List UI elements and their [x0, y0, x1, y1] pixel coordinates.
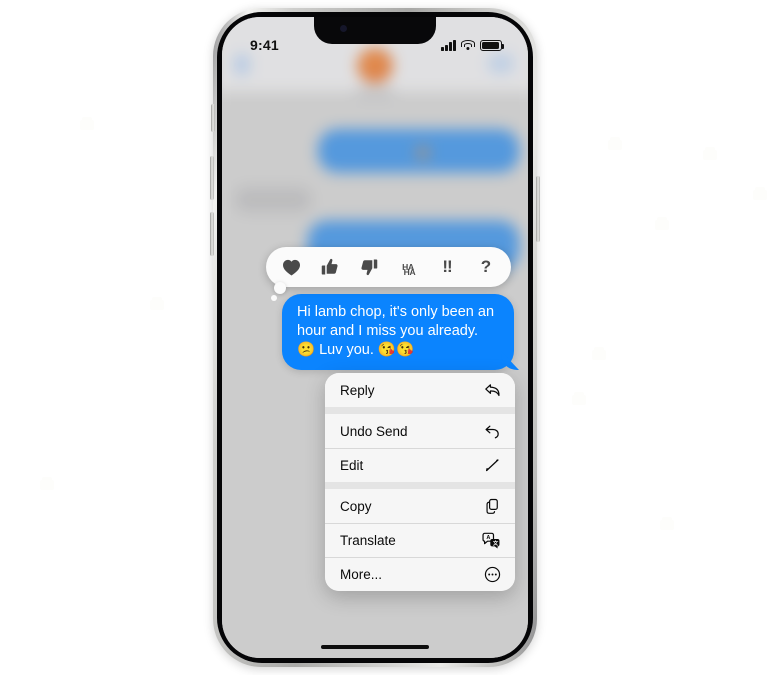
heart-icon[interactable] [280, 255, 302, 279]
reply-arrow-icon [484, 383, 501, 398]
double-exclamation-icon[interactable]: !! [436, 255, 458, 279]
phone-screen: 9:41 HA HA !! ? Hi lamb chop, it's only … [222, 17, 528, 658]
home-indicator[interactable] [321, 644, 429, 649]
tapback-tail-small-dot [271, 295, 277, 301]
haha-line-2: HA [403, 266, 416, 277]
menu-group-reply: Reply [325, 373, 515, 407]
menu-group-edit: Undo Send Edit [325, 407, 515, 482]
menu-item-label: Undo Send [340, 423, 408, 439]
menu-item-translate[interactable]: Translate A 文 [325, 523, 515, 557]
svg-text:文: 文 [493, 539, 499, 547]
volume-up-button[interactable] [210, 156, 214, 200]
undo-arrow-icon [484, 424, 501, 439]
menu-item-edit[interactable]: Edit [325, 448, 515, 482]
thumbs-down-icon[interactable] [358, 255, 380, 279]
message-context-menu[interactable]: Reply Undo Send Edit Copy Translate A 文 … [325, 373, 515, 591]
copy-documents-icon [484, 498, 501, 515]
side-power-button[interactable] [536, 176, 540, 242]
mute-switch-button[interactable] [211, 104, 215, 132]
status-time: 9:41 [250, 37, 279, 53]
menu-item-label: Copy [340, 498, 372, 514]
status-icon-group [441, 39, 505, 51]
menu-item-reply[interactable]: Reply [325, 373, 515, 407]
menu-item-label: More... [340, 567, 383, 582]
haha-text-icon[interactable]: HA HA [397, 255, 419, 279]
menu-item-label: Translate [340, 533, 396, 548]
iphone-device: 9:41 HA HA !! ? Hi lamb chop, it's only … [210, 8, 540, 667]
volume-down-button[interactable] [210, 212, 214, 256]
battery-fill-level [482, 41, 499, 49]
thumbs-up-icon[interactable] [319, 255, 341, 279]
ellipsis-circle-icon [484, 566, 501, 583]
battery-icon [480, 39, 505, 51]
question-mark-icon[interactable]: ? [475, 255, 497, 279]
translate-icon: A 文 [482, 532, 501, 549]
menu-item-label: Reply [340, 382, 375, 398]
menu-item-more[interactable]: More... [325, 557, 515, 591]
svg-text:A: A [486, 535, 490, 541]
status-bar: 9:41 [222, 17, 528, 63]
menu-item-label: Edit [340, 458, 364, 473]
message-text: Hi lamb chop, it's only been an hour and… [297, 304, 495, 358]
cellular-signal-icon [441, 39, 456, 51]
tapback-reaction-bar[interactable]: HA HA !! ? [266, 247, 511, 287]
menu-item-undo-send[interactable]: Undo Send [325, 414, 515, 448]
focused-message-bubble[interactable]: Hi lamb chop, it's only been an hour and… [282, 294, 514, 370]
menu-item-copy[interactable]: Copy [325, 489, 515, 523]
pencil-icon [484, 458, 501, 473]
tapback-tail-large-dot [274, 282, 286, 294]
menu-group-actions: Copy Translate A 文 More... [325, 482, 515, 591]
wifi-icon [461, 39, 475, 51]
